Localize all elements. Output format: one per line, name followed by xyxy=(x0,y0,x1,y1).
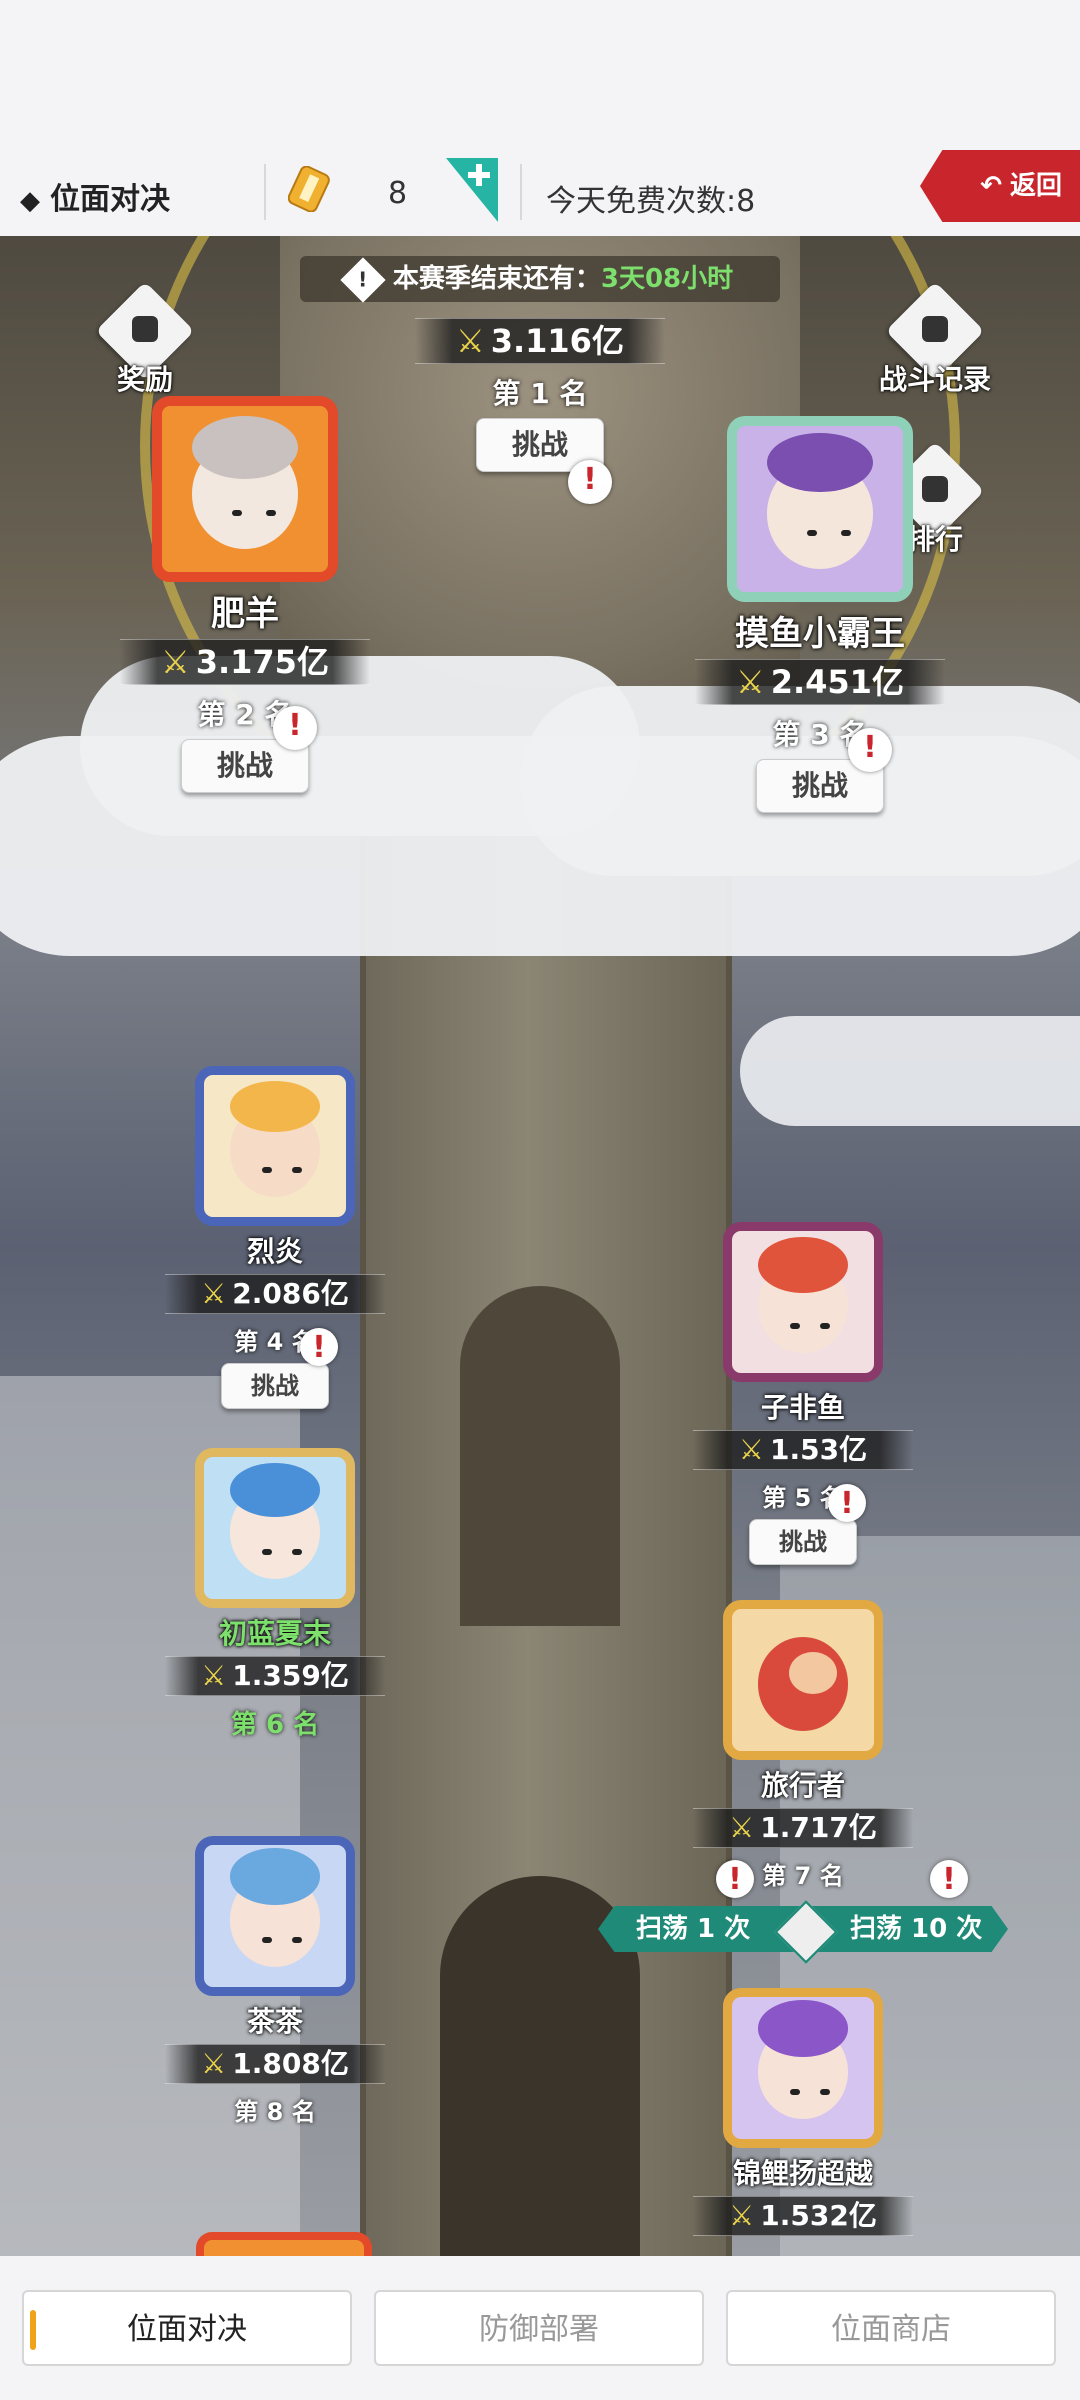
ticket-count: 8 xyxy=(388,176,408,211)
player-name: 肥羊 xyxy=(211,594,279,634)
season-countdown: ! 本赛季结束还有：3天08小时 xyxy=(300,256,780,303)
avatar-feiyang xyxy=(152,396,338,582)
crossed-swords-icon: ⚔ xyxy=(201,1659,227,1692)
reward-button[interactable]: 奖励 xyxy=(90,281,200,396)
avatar-moyu-xiaobawang xyxy=(727,416,913,602)
sweep-ten-button[interactable]: 扫荡 10 次 xyxy=(850,1906,982,1952)
divider xyxy=(264,164,266,220)
crossed-swords-icon: ⚔ xyxy=(161,643,190,681)
exclamation-bubble-icon xyxy=(848,728,892,772)
tab-plane-duel[interactable]: 位面对决 xyxy=(22,2290,352,2366)
tab-plane-shop[interactable]: 位面商店 xyxy=(726,2290,1056,2366)
bottom-tab-bar: 位面对决 防御部署 位面商店 xyxy=(0,2256,1080,2400)
arena-scene: ! 本赛季结束还有：3天08小时 奖励 战斗记录 排行 ⚔ 3.116亿 第 1 名… xyxy=(0,236,1080,2256)
crossed-swords-icon: ⚔ xyxy=(729,1811,755,1844)
player-card-rank-5[interactable]: 子非鱼 ⚔ 1.53亿 第 5 名 挑战 xyxy=(688,1222,918,1565)
power-value: ⚔ 1.53亿 xyxy=(693,1430,913,1470)
tab-defense-setup[interactable]: 防御部署 xyxy=(374,2290,704,2366)
avatar-chacha xyxy=(195,1836,355,1996)
sweep-controls: 扫荡 1 次 扫荡 10 次 xyxy=(598,1860,1008,1964)
player-name: 初蓝夏末 xyxy=(218,1617,331,1650)
challenge-button[interactable]: 挑战 xyxy=(221,1363,329,1409)
power-value: ⚔ 1.532亿 xyxy=(693,2196,913,2236)
rank-label: 第 2 名 xyxy=(197,698,293,731)
return-arrow-icon: ↶ xyxy=(980,171,1002,201)
player-name: 子非鱼 xyxy=(760,1391,845,1424)
player-card-rank-7[interactable]: 旅行者 ⚔ 1.717亿 第 7 名 xyxy=(688,1600,918,1891)
back-label: 返回 xyxy=(1009,171,1062,201)
divider xyxy=(520,164,522,220)
exclamation-bubble-icon xyxy=(930,1860,968,1898)
crossed-swords-icon: ⚔ xyxy=(738,1433,764,1466)
avatar-chulan-xiamo xyxy=(195,1448,355,1608)
player-card-rank-9[interactable]: 锦鲤扬超越 ⚔ 1.532亿 xyxy=(688,1988,918,2236)
challenge-button[interactable]: 挑战 xyxy=(749,1519,857,1565)
rank-label: 第 4 名 xyxy=(234,1328,316,1356)
battle-log-icon xyxy=(922,316,948,342)
player-name: 茶茶 xyxy=(246,2005,303,2038)
power-value: ⚔ 1.717亿 xyxy=(693,1808,913,1848)
avatar-lvxingzhe xyxy=(723,1600,883,1760)
power-value: ⚔ 1.359亿 xyxy=(165,1656,385,1696)
battle-log-button[interactable]: 战斗记录 xyxy=(879,281,991,396)
power-value: ⚔ 1.808亿 xyxy=(165,2044,385,2084)
back-button[interactable]: ↶ 返回 xyxy=(920,150,1080,222)
rank-label-self: 第 6 名 xyxy=(230,1710,320,1740)
player-name: 锦鲤扬超越 xyxy=(732,2157,873,2190)
avatar-next-partial xyxy=(196,2232,372,2256)
rank-label: 第 8 名 xyxy=(234,2098,316,2126)
avatar-jinli-yangchaoyue xyxy=(723,1988,883,2148)
free-attempts: 今天免费次数:8 xyxy=(546,184,756,219)
exclamation-bubble-icon xyxy=(300,1328,338,1366)
player-card-rank-8[interactable]: 茶茶 ⚔ 1.808亿 第 8 名 xyxy=(160,1836,390,2127)
rank-label: 第 3 名 xyxy=(772,718,868,751)
crossed-swords-icon: ⚔ xyxy=(201,2047,227,2080)
crossed-swords-icon: ⚔ xyxy=(456,322,485,360)
page-title: 位面对决 xyxy=(20,174,170,218)
crossed-swords-icon: ⚔ xyxy=(736,663,765,701)
warning-icon: ! xyxy=(340,256,386,303)
player-card-rank-2[interactable]: 肥羊 ⚔ 3.175亿 第 2 名 挑战 xyxy=(115,396,375,793)
player-name: 烈炎 xyxy=(246,1235,303,1268)
tower-door-upper xyxy=(460,1286,620,1626)
add-ticket-icon[interactable] xyxy=(446,158,498,222)
exclamation-bubble-icon xyxy=(273,706,317,750)
exclamation-bubble-icon xyxy=(716,1860,754,1898)
reward-icon xyxy=(132,316,158,342)
top-bar: 位面对决 8 今天免费次数:8 ↶返回 xyxy=(0,150,1080,236)
power-value: ⚔ 3.175亿 xyxy=(120,639,370,685)
power-value: ⚔ 3.116亿 xyxy=(415,318,665,364)
player-card-rank-4[interactable]: 烈炎 ⚔ 2.086亿 第 4 名 挑战 xyxy=(160,1066,390,1409)
power-value: ⚔ 2.451亿 xyxy=(695,659,945,705)
cloud xyxy=(740,1016,1080,1126)
countdown-value: 3天08小时 xyxy=(600,264,734,294)
avatar-zifeiyu xyxy=(723,1222,883,1382)
sweep-once-button[interactable]: 扫荡 1 次 xyxy=(636,1906,750,1952)
player-name: 摸鱼小霸王 xyxy=(735,614,905,654)
rank-label: 第 5 名 xyxy=(762,1484,844,1512)
power-value: ⚔ 2.086亿 xyxy=(165,1274,385,1314)
crossed-swords-icon: ⚔ xyxy=(729,2199,755,2232)
player-card-rank-6[interactable]: 初蓝夏末 ⚔ 1.359亿 第 6 名 xyxy=(160,1448,390,1741)
player-name: 旅行者 xyxy=(760,1769,845,1802)
player-card-rank-3[interactable]: 摸鱼小霸王 ⚔ 2.451亿 第 3 名 挑战 xyxy=(690,416,950,813)
avatar-lieyan xyxy=(195,1066,355,1226)
player-card-rank-1[interactable]: ⚔ 3.116亿 第 1 名 挑战 xyxy=(410,314,670,504)
rank-label: 第 1 名 xyxy=(492,377,588,410)
exclamation-bubble-icon xyxy=(568,460,612,504)
exclamation-bubble-icon xyxy=(828,1484,866,1522)
crossed-swords-icon: ⚔ xyxy=(201,1277,227,1310)
ticket-icon xyxy=(288,166,330,212)
